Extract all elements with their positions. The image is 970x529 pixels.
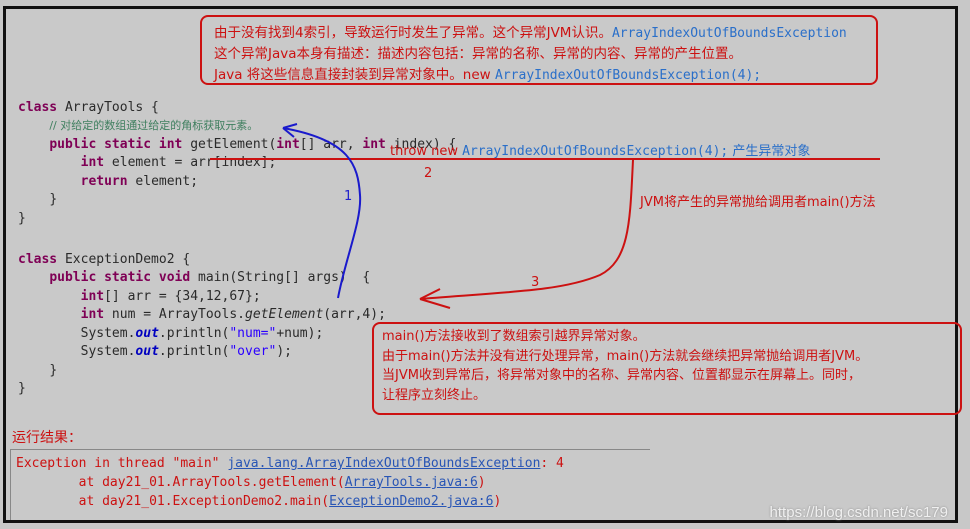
console-text: : 4 <box>540 456 564 471</box>
main-note-line-2: 由于main()方法并没有进行处理异常，main()方法就会继续把异常抛给调用者… <box>382 348 869 364</box>
stack-frame-text: at day21_01.ArrayTools.getElement( <box>16 475 345 490</box>
console-text: ) <box>493 494 502 509</box>
main-note-line-1: main()方法接收到了数组索引越界异常对象。 <box>382 329 646 344</box>
annotation-main-handling: main()方法接收到了数组索引越界异常对象。 由于main()方法并没有进行处… <box>372 322 962 415</box>
arrow-3-return <box>419 159 634 300</box>
stack-frame-text: at day21_01.ExceptionDemo2.main( <box>16 494 330 509</box>
console-text: ) <box>477 475 486 490</box>
main-note-line-4: 让程序立刻终止。 <box>382 387 487 403</box>
exceptiondemo2-source-link[interactable]: ExceptionDemo2.java:6 <box>329 494 493 509</box>
jvm-throw-label: JVM将产生的异常抛给调用者main()方法 <box>640 195 876 210</box>
arrow-1-call <box>282 127 362 299</box>
step-3-label: 3 <box>531 275 540 290</box>
console-output: Exception in thread "main" java.lang.Arr… <box>10 449 650 520</box>
result-title: 运行结果： <box>12 430 82 446</box>
arraytools-source-link[interactable]: ArrayTools.java:6 <box>345 475 478 490</box>
console-text: Exception in thread "main" <box>16 456 228 471</box>
main-note-line-3: 当JVM收到异常后，将异常对象中的名称、异常内容、位置都显示在屏幕上。同时， <box>382 368 861 383</box>
exception-link[interactable]: java.lang.ArrayIndexOutOfBoundsException <box>227 456 540 471</box>
step-1-label: 1 <box>344 189 353 204</box>
step-2-label: 2 <box>424 166 433 181</box>
watermark: https://blog.csdn.net/sc179 <box>769 504 948 521</box>
